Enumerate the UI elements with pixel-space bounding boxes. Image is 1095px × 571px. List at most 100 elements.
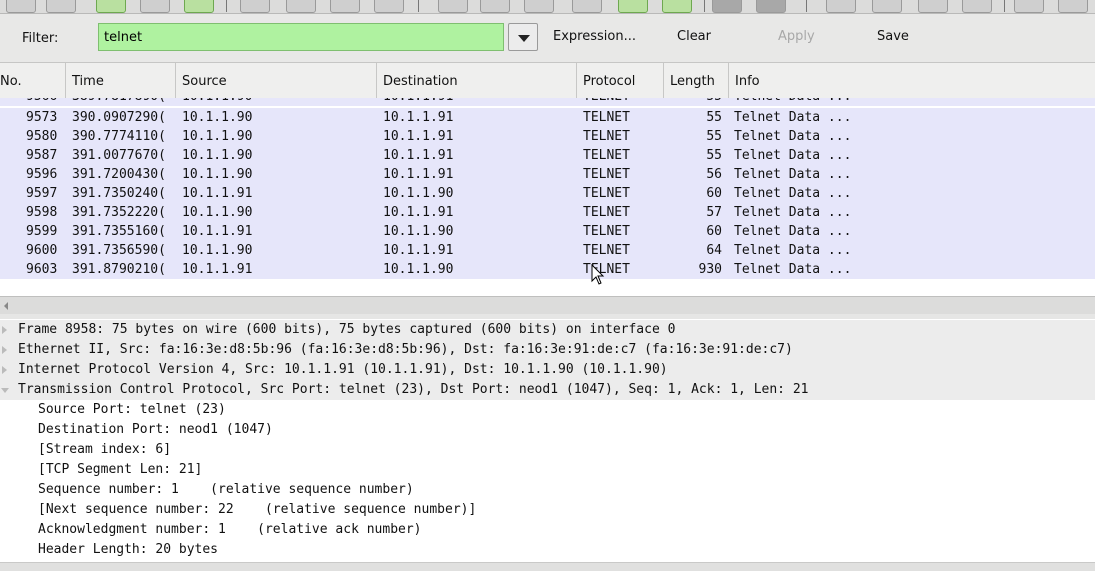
toolbar-button[interactable] — [572, 0, 602, 13]
packet-row[interactable]: 9566 389.7817890( 10.1.1.90 10.1.1.91 TE… — [0, 98, 1095, 106]
packet-destination: 10.1.1.91 — [383, 167, 454, 182]
tree-item-ethernet[interactable]: Ethernet II, Src: fa:16:3e:d8:5b:96 (fa:… — [0, 340, 1095, 360]
scroll-left-icon[interactable] — [4, 302, 8, 310]
packet-no: 9580 — [26, 129, 58, 144]
packet-destination: 10.1.1.90 — [383, 186, 454, 201]
column-header-protocol[interactable]: Protocol — [577, 63, 664, 98]
toolbar-button[interactable] — [374, 0, 404, 13]
chevron-down-icon — [518, 35, 530, 42]
tree-field-label: Header Length: 20 bytes — [38, 542, 219, 557]
toolbar-button[interactable] — [662, 0, 692, 13]
packet-row[interactable]: 9580 390.7774110( 10.1.1.90 10.1.1.91 TE… — [0, 127, 1095, 146]
tree-item-ipv4[interactable]: Internet Protocol Version 4, Src: 10.1.1… — [0, 360, 1095, 380]
packet-row[interactable]: 9597 391.7350240( 10.1.1.91 10.1.1.90 TE… — [0, 184, 1095, 203]
packet-rows: 9566 389.7817890( 10.1.1.90 10.1.1.91 TE… — [0, 98, 1095, 295]
packet-destination: 10.1.1.91 — [383, 129, 454, 144]
packet-row[interactable]: 9596 391.7200430( 10.1.1.90 10.1.1.91 TE… — [0, 165, 1095, 184]
packet-row[interactable]: 9573 390.0907290( 10.1.1.90 10.1.1.91 TE… — [0, 108, 1095, 127]
column-header-source[interactable]: Source — [176, 63, 377, 98]
packet-details-tree: Frame 8958: 75 bytes on wire (600 bits),… — [0, 319, 1095, 570]
toolbar-button[interactable] — [330, 0, 360, 13]
tree-field-label: [TCP Segment Len: 21] — [38, 462, 203, 477]
packet-info: Telnet Data ... — [734, 98, 851, 106]
column-header-time[interactable]: Time — [66, 63, 176, 98]
packet-protocol: TELNET — [583, 243, 630, 258]
tree-field[interactable]: Acknowledgment number: 1 (relative ack n… — [0, 520, 1095, 540]
toolbar-button[interactable] — [184, 0, 214, 13]
toolbar-button[interactable] — [712, 0, 742, 13]
toolbar-button[interactable] — [140, 0, 170, 13]
packet-length: 64 — [706, 243, 722, 258]
save-button[interactable]: Save — [877, 23, 909, 51]
tree-item-label: Ethernet II, Src: fa:16:3e:d8:5b:96 (fa:… — [18, 342, 793, 357]
tree-field[interactable]: [Next sequence number: 22 (relative sequ… — [0, 500, 1095, 520]
column-header-destination[interactable]: Destination — [377, 63, 577, 98]
clear-button[interactable]: Clear — [677, 23, 711, 51]
toolbar-button[interactable] — [618, 0, 648, 13]
column-header-info[interactable]: Info — [729, 63, 1095, 98]
packet-destination: 10.1.1.91 — [383, 98, 453, 106]
packet-info: Telnet Data ... — [734, 167, 852, 182]
tree-field[interactable]: Sequence number: 1 (relative sequence nu… — [0, 480, 1095, 500]
packet-no: 9573 — [26, 110, 58, 125]
filter-input[interactable] — [98, 23, 504, 51]
tree-field[interactable]: Destination Port: neod1 (1047) — [0, 420, 1095, 440]
packet-source: 10.1.1.90 — [182, 148, 253, 163]
packet-time: 390.7774110( — [72, 129, 166, 144]
toolbar-button[interactable] — [524, 0, 554, 13]
packet-destination: 10.1.1.91 — [383, 148, 454, 163]
tree-field-label: Acknowledgment number: 1 (relative ack n… — [38, 522, 422, 537]
packet-row[interactable]: 9600 391.7356590( 10.1.1.90 10.1.1.91 TE… — [0, 241, 1095, 260]
toolbar-button[interactable] — [438, 0, 468, 13]
packet-source: 10.1.1.90 — [182, 167, 253, 182]
packet-length: 55 — [706, 110, 722, 125]
column-header-no[interactable]: No. — [0, 63, 66, 98]
toolbar-button[interactable] — [96, 0, 126, 13]
packet-row[interactable]: 9603 391.8790210( 10.1.1.91 10.1.1.90 TE… — [0, 260, 1095, 279]
toolbar-button[interactable] — [826, 0, 856, 13]
toolbar-button[interactable] — [240, 0, 270, 13]
horizontal-scrollbar[interactable] — [0, 296, 1095, 316]
expand-arrow-icon[interactable] — [2, 326, 7, 334]
packet-info: Telnet Data ... — [734, 129, 852, 144]
toolbar-button[interactable] — [46, 0, 76, 13]
column-header-length[interactable]: Length — [664, 63, 729, 98]
toolbar-button[interactable] — [1058, 0, 1088, 13]
tree-field[interactable]: [TCP Segment Len: 21] — [0, 460, 1095, 480]
packet-row[interactable]: 9599 391.7355160( 10.1.1.91 10.1.1.90 TE… — [0, 222, 1095, 241]
tree-field[interactable]: [Stream index: 6] — [0, 440, 1095, 460]
toolbar-separator — [418, 0, 419, 12]
toolbar-button[interactable] — [6, 0, 36, 13]
tree-item-label: Transmission Control Protocol, Src Port:… — [18, 382, 809, 397]
toolbar-button[interactable] — [480, 0, 510, 13]
tree-item-frame[interactable]: Frame 8958: 75 bytes on wire (600 bits),… — [0, 320, 1095, 340]
packet-info: Telnet Data ... — [734, 224, 852, 239]
packet-row[interactable]: 9587 391.0077670( 10.1.1.90 10.1.1.91 TE… — [0, 146, 1095, 165]
toolbar-button[interactable] — [872, 0, 902, 13]
expand-arrow-icon[interactable] — [2, 366, 7, 374]
packet-no: 9600 — [26, 243, 58, 258]
filter-history-dropdown[interactable] — [508, 23, 538, 51]
toolbar-button[interactable] — [962, 0, 992, 13]
packet-length: 60 — [706, 186, 722, 201]
tree-item-tcp[interactable]: Transmission Control Protocol, Src Port:… — [0, 380, 1095, 400]
expression-button[interactable]: Expression... — [553, 23, 636, 51]
packet-list-header: No. Time Source Destination Protocol Len… — [0, 63, 1095, 99]
tree-field-label: [Stream index: 6] — [38, 442, 172, 457]
tree-field[interactable]: Header Length: 20 bytes — [0, 540, 1095, 560]
apply-button[interactable]: Apply — [778, 23, 815, 51]
tree-field[interactable]: Source Port: telnet (23) — [0, 400, 1095, 420]
packet-length: 55 — [706, 148, 722, 163]
toolbar-button[interactable] — [756, 0, 786, 13]
toolbar-button[interactable] — [918, 0, 948, 13]
packet-length: 57 — [706, 205, 722, 220]
packet-info: Telnet Data ... — [734, 243, 852, 258]
expand-arrow-icon[interactable] — [2, 346, 7, 354]
packet-row[interactable]: 9598 391.7352220( 10.1.1.90 10.1.1.91 TE… — [0, 203, 1095, 222]
packet-destination: 10.1.1.91 — [383, 243, 454, 258]
packet-no: 9599 — [26, 224, 58, 239]
toolbar-button[interactable] — [286, 0, 316, 13]
collapse-arrow-icon[interactable] — [1, 388, 9, 393]
packet-destination: 10.1.1.91 — [383, 110, 454, 125]
toolbar-button[interactable] — [1014, 0, 1044, 13]
